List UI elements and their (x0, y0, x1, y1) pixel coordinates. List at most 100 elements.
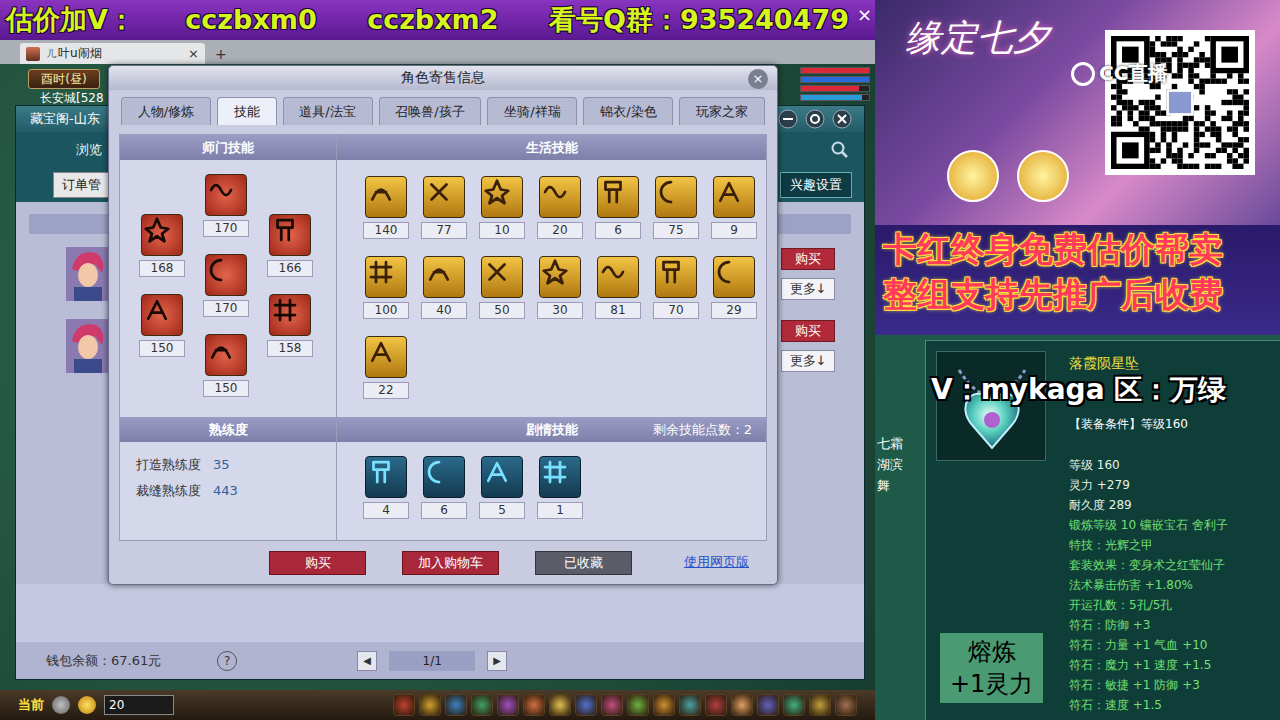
skill-item[interactable]: 20 (537, 176, 583, 239)
close-icon[interactable] (832, 109, 852, 129)
shortcut-icon[interactable] (731, 694, 753, 716)
item-stat: 灵力 +279 (1069, 475, 1228, 495)
skill-item[interactable]: 150 (203, 334, 249, 414)
shortcut-icon[interactable] (809, 694, 831, 716)
shortcut-icon[interactable] (705, 694, 727, 716)
action-button[interactable]: 购买 (269, 551, 366, 575)
skill-item[interactable]: 1 (537, 456, 583, 519)
skill-icon (481, 256, 523, 298)
skill-item[interactable]: 100 (363, 256, 409, 319)
buy-button[interactable]: 购买 (781, 248, 835, 270)
footer-panel (16, 584, 864, 642)
skill-icon (365, 456, 407, 498)
shortcut-icon[interactable] (445, 694, 467, 716)
skill-item[interactable]: 10 (479, 176, 525, 239)
skill-item[interactable]: 75 (653, 176, 699, 239)
tab[interactable]: 坐骑/祥瑞 (487, 97, 577, 125)
remaining-points: 剩余技能点数：2 (653, 421, 752, 439)
shortcut-icon[interactable] (679, 694, 701, 716)
more-button[interactable]: 更多↓ (781, 350, 835, 372)
skill-item[interactable]: 30 (537, 256, 583, 319)
action-button[interactable]: 加入购物车 (402, 551, 499, 575)
skill-item[interactable]: 4 (363, 456, 409, 519)
shortcut-icon[interactable] (601, 694, 623, 716)
footer-bar: 钱包余额：67.61元?◀1/1▶ (16, 642, 864, 679)
skill-item[interactable]: 9 (711, 176, 757, 239)
tab[interactable]: 人物/修炼 (121, 97, 211, 125)
section-title: 剧情技能 (526, 421, 578, 439)
tab[interactable]: 技能 (217, 97, 277, 125)
minimize-icon[interactable] (778, 109, 798, 129)
banner-text: 看号Q群：935240479 (549, 4, 849, 36)
top-banner: 估价加V：cczbxm0cczbxm2看号Q群：935240479× (0, 0, 875, 40)
shortcut-icon[interactable] (393, 694, 415, 716)
skill-item[interactable]: 50 (479, 256, 525, 319)
character-portrait-icon[interactable] (66, 319, 108, 373)
window-controls (778, 109, 852, 129)
browser-tab-bar: ㄦ叶u闹烟× + (0, 40, 875, 64)
shortcut-icon[interactable] (523, 694, 545, 716)
shortcut-icon[interactable] (549, 694, 571, 716)
tab[interactable]: 玩家之家 (679, 97, 765, 125)
emoji-icon[interactable] (78, 696, 96, 714)
tab[interactable]: 道具/法宝 (283, 97, 373, 125)
skill-icon (141, 214, 183, 256)
skill-item[interactable]: 70 (653, 256, 699, 319)
skill-level: 166 (267, 260, 313, 277)
shortcut-icon[interactable] (783, 694, 805, 716)
search-icon[interactable] (830, 140, 850, 160)
chat-channel[interactable]: 当前 (18, 696, 44, 714)
close-button[interactable]: × (857, 6, 872, 24)
skill-item[interactable]: 150 (139, 294, 185, 374)
proficiency-label: 裁缝熟练度 (136, 482, 201, 500)
skill-item[interactable]: 158 (267, 294, 313, 374)
skill-item[interactable]: 170 (203, 174, 249, 254)
order-button[interactable]: 订单管 (53, 172, 109, 198)
character-portrait-icon[interactable] (66, 247, 108, 301)
help-button[interactable]: ? (217, 651, 237, 671)
tab-close-button[interactable]: × (188, 46, 199, 61)
skill-item[interactable]: 22 (363, 336, 409, 399)
skill-item[interactable]: 40 (421, 256, 467, 319)
shortcut-icon[interactable] (497, 694, 519, 716)
skill-item[interactable]: 6 (595, 176, 641, 239)
item-stat: 等级 160 (1069, 455, 1228, 475)
browser-tab[interactable]: ㄦ叶u闹烟× (20, 43, 205, 64)
close-button[interactable]: × (748, 69, 768, 89)
skill-item[interactable]: 166 (267, 214, 313, 294)
proficiency-row: 裁缝熟练度443 (136, 482, 320, 500)
shortcut-icon[interactable] (575, 694, 597, 716)
tab[interactable]: 锦衣/染色 (583, 97, 673, 125)
skill-icon (141, 294, 183, 336)
skill-item[interactable]: 6 (421, 456, 467, 519)
chat-input[interactable]: 20 (104, 695, 174, 715)
skill-level: 29 (711, 302, 757, 319)
interest-settings-button[interactable]: 兴趣设置 (780, 172, 852, 198)
shortcut-icon[interactable] (419, 694, 441, 716)
web-version-link[interactable]: 使用网页版 (676, 551, 757, 575)
prev-page-button[interactable]: ◀ (357, 651, 377, 671)
shortcut-icon[interactable] (627, 694, 649, 716)
shortcut-icon[interactable] (471, 694, 493, 716)
shortcut-icon[interactable] (653, 694, 675, 716)
skill-icon (597, 256, 639, 298)
skill-level: 40 (421, 302, 467, 319)
new-tab-button[interactable]: + (211, 46, 231, 64)
tab[interactable]: 召唤兽/孩子 (379, 97, 482, 125)
action-button[interactable]: 已收藏 (535, 551, 632, 575)
shortcut-icon[interactable] (757, 694, 779, 716)
shortcut-icon[interactable] (835, 694, 857, 716)
proficiency-value: 35 (213, 456, 230, 474)
skill-item[interactable]: 170 (203, 254, 249, 334)
skill-item[interactable]: 29 (711, 256, 757, 319)
buy-button[interactable]: 购买 (781, 320, 835, 342)
settings-icon[interactable] (805, 109, 825, 129)
status-bar (800, 67, 870, 74)
more-button[interactable]: 更多↓ (781, 278, 835, 300)
skill-item[interactable]: 168 (139, 214, 185, 294)
skill-item[interactable]: 81 (595, 256, 641, 319)
skill-item[interactable]: 140 (363, 176, 409, 239)
skill-item[interactable]: 77 (421, 176, 467, 239)
skill-item[interactable]: 5 (479, 456, 525, 519)
next-page-button[interactable]: ▶ (487, 651, 507, 671)
